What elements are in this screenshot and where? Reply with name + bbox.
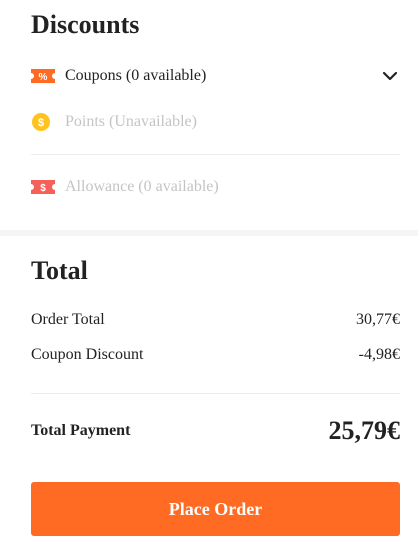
total-section: Total Order Total 30,77€ Coupon Discount… <box>0 236 418 550</box>
order-total-row: Order Total 30,77€ <box>31 311 400 329</box>
coupon-discount-label: Coupon Discount <box>31 346 144 363</box>
allowance-dollar-icon: $ <box>31 177 55 197</box>
coupon-discount-row: Coupon Discount -4,98€ <box>31 346 400 364</box>
chevron-down-icon[interactable] <box>380 66 400 86</box>
order-total-value: 30,77€ <box>356 311 400 328</box>
svg-text:%: % <box>39 72 48 83</box>
discounts-section: Discounts % Coupons (0 available) $ Poin… <box>0 0 418 230</box>
coupons-label: Coupons (0 available) <box>65 67 207 84</box>
points-label: Points (Unavailable) <box>65 113 197 130</box>
points-row: $ Points (Unavailable) <box>31 109 400 135</box>
total-payment-value: 25,79€ <box>328 416 401 445</box>
place-order-button[interactable]: Place Order <box>31 482 400 536</box>
svg-text:$: $ <box>40 183 46 194</box>
discounts-title: Discounts <box>31 10 140 39</box>
total-title: Total <box>31 256 88 285</box>
allowance-row: $ Allowance (0 available) <box>31 174 400 200</box>
total-payment-row: Total Payment 25,79€ <box>31 416 400 446</box>
points-coin-icon: $ <box>31 112 55 132</box>
svg-text:$: $ <box>38 117 44 129</box>
order-total-label: Order Total <box>31 311 105 328</box>
total-payment-label: Total Payment <box>31 422 131 439</box>
coupon-percent-icon: % <box>31 66 55 86</box>
total-divider <box>31 393 400 394</box>
coupon-discount-value: -4,98€ <box>358 346 400 363</box>
allowance-label: Allowance (0 available) <box>65 178 219 195</box>
discounts-divider <box>31 154 400 155</box>
coupons-row[interactable]: % Coupons (0 available) <box>31 63 400 89</box>
